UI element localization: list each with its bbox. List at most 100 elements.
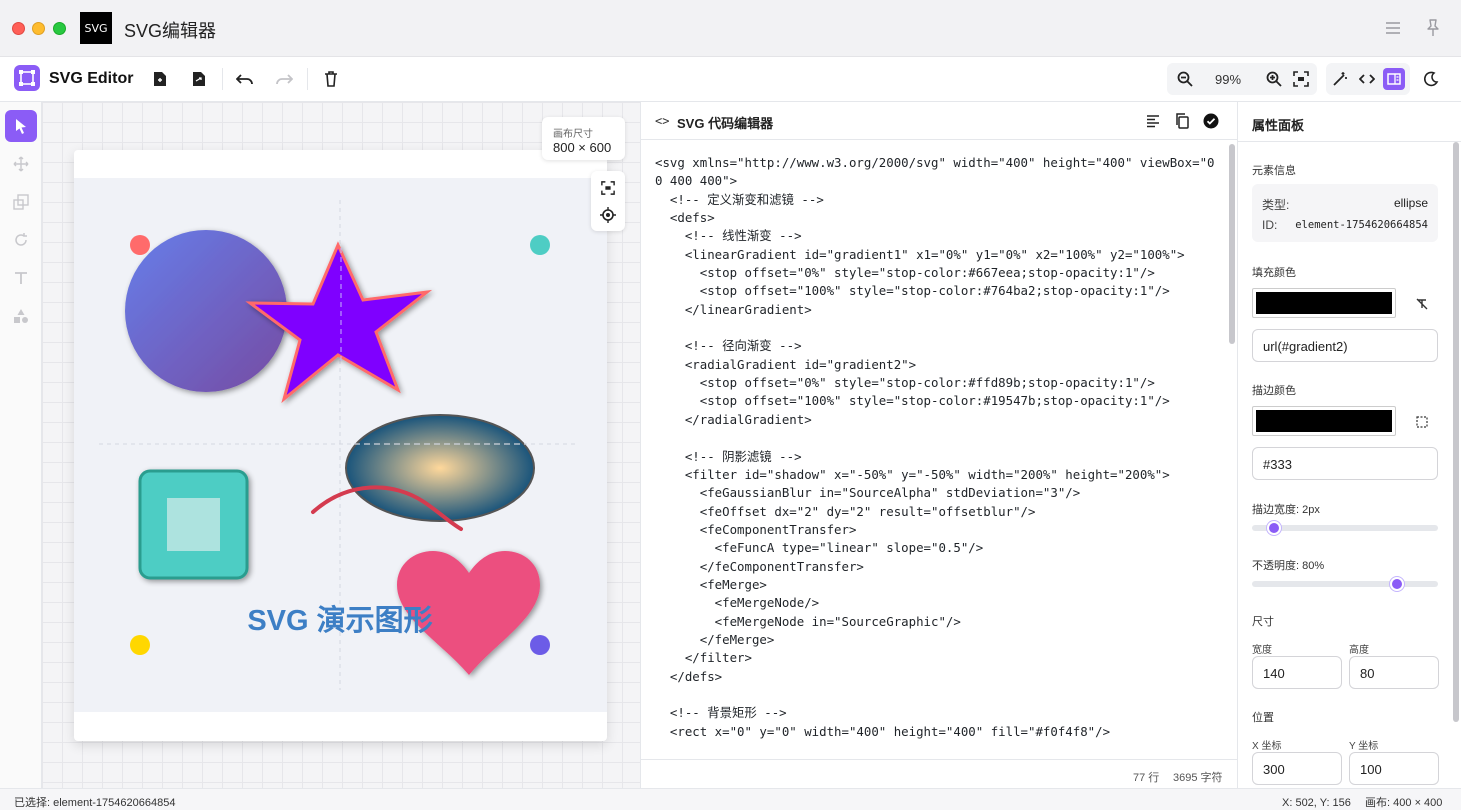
text-tool-icon[interactable] — [5, 262, 37, 294]
fit-canvas-icon[interactable] — [597, 177, 619, 199]
stroke-color-swatch[interactable] — [1252, 406, 1396, 436]
toolbar-divider — [307, 68, 308, 90]
code-text-area[interactable]: <svg xmlns="http://www.w3.org/2000/svg" … — [655, 154, 1215, 758]
fill-color-swatch[interactable] — [1252, 288, 1396, 318]
selected-ellipse[interactable] — [345, 414, 535, 522]
code-line[interactable]: <feMergeNode/> — [655, 594, 1215, 612]
corner-dot[interactable] — [130, 635, 150, 655]
code-line[interactable]: <stop offset="0%" style="stop-color:#ffd… — [655, 374, 1215, 392]
pin-icon[interactable] — [1423, 18, 1443, 38]
clear-fill-icon[interactable] — [1414, 296, 1430, 312]
magic-wand-icon[interactable] — [1329, 68, 1351, 90]
stroke-width-slider[interactable] — [1252, 521, 1438, 535]
code-line[interactable]: <!-- 背景矩形 --> — [655, 704, 1215, 722]
cursor-and-canvas-status: X: 502, Y: 156 画布: 400 × 400 — [1282, 794, 1442, 810]
code-line[interactable]: <feMergeNode in="SourceGraphic"/> — [655, 613, 1215, 631]
inner-square[interactable] — [167, 498, 220, 551]
opacity-thumb[interactable] — [1389, 577, 1404, 591]
code-line[interactable]: <feComponentTransfer> — [655, 521, 1215, 539]
export-file-icon[interactable] — [188, 68, 210, 90]
position-label: 位置 — [1252, 712, 1274, 724]
redo-icon[interactable] — [273, 68, 295, 90]
code-line[interactable]: <!-- 线性渐变 --> — [655, 227, 1215, 245]
stroke-width-label: 描边宽度: 2px — [1252, 504, 1320, 516]
properties-scrollbar[interactable] — [1453, 142, 1459, 722]
code-editor-title: SVG 代码编辑器 — [677, 116, 774, 131]
opacity-slider[interactable] — [1252, 577, 1438, 591]
code-line[interactable]: <rect x="0" y="0" width="400" height="40… — [655, 723, 1215, 741]
zoom-out-icon[interactable] — [1174, 68, 1196, 90]
copy-code-icon[interactable] — [1173, 112, 1191, 130]
menu-icon[interactable] — [1383, 18, 1403, 38]
maximize-window-button[interactable] — [53, 22, 66, 35]
height-input[interactable]: 80 — [1349, 656, 1439, 689]
y-input[interactable]: 100 — [1349, 752, 1439, 785]
code-line[interactable]: <stop offset="0%" style="stop-color:#667… — [655, 264, 1215, 282]
code-line[interactable]: <feMerge> — [655, 576, 1215, 594]
corner-dot[interactable] — [530, 635, 550, 655]
dark-mode-icon[interactable] — [1420, 68, 1442, 90]
code-editor-header: <> SVG 代码编辑器 — [641, 102, 1238, 140]
code-line[interactable]: </linearGradient> — [655, 301, 1215, 319]
new-file-icon[interactable] — [149, 68, 171, 90]
shapes-tool-icon[interactable] — [5, 300, 37, 332]
close-window-button[interactable] — [12, 22, 25, 35]
code-line[interactable]: <!-- 阴影滤镜 --> — [655, 448, 1215, 466]
code-line[interactable]: <linearGradient id="gradient1" x1="0%" y… — [655, 246, 1215, 264]
delete-icon[interactable] — [320, 68, 342, 90]
center-canvas-icon[interactable] — [597, 204, 619, 226]
code-line[interactable]: </defs> — [655, 668, 1215, 686]
code-line[interactable]: 0 400 400"> — [655, 172, 1215, 190]
code-line[interactable]: </radialGradient> — [655, 411, 1215, 429]
stroke-style-icon[interactable] — [1414, 414, 1430, 430]
svg-preview[interactable]: SVG 演示图形 — [74, 150, 607, 741]
apply-code-icon[interactable] — [1202, 112, 1220, 130]
code-line[interactable] — [655, 429, 1215, 447]
code-editor-footer: 77 行 3695 字符 — [641, 759, 1238, 788]
code-line[interactable]: <feFuncA type="linear" slope="0.5"/> — [655, 539, 1215, 557]
code-line[interactable]: <stop offset="100%" style="stop-color:#1… — [655, 392, 1215, 410]
select-tool-icon[interactable] — [5, 110, 37, 142]
code-line[interactable] — [655, 686, 1215, 704]
scale-tool-icon[interactable] — [5, 186, 37, 218]
code-line[interactable]: </filter> — [655, 649, 1215, 667]
corner-dot[interactable] — [130, 235, 150, 255]
code-line[interactable]: <feOffset dx="2" dy="2" result="offsetbl… — [655, 503, 1215, 521]
zoom-level: 99% — [1215, 72, 1242, 87]
selection-status: 已选择: element-1754620664854 — [14, 797, 176, 809]
demo-text[interactable]: SVG 演示图形 — [247, 604, 432, 637]
code-line[interactable] — [655, 319, 1215, 337]
code-line[interactable]: <!-- 定义渐变和滤镜 --> — [655, 191, 1215, 209]
stroke-color-label: 描边颜色 — [1252, 385, 1296, 397]
canvas-area[interactable]: SVG 演示图形 画布尺寸 800 × 600 — [42, 102, 640, 788]
code-line[interactable]: </feComponentTransfer> — [655, 558, 1215, 576]
stroke-width-thumb[interactable] — [1267, 521, 1282, 535]
fill-value-input[interactable]: url(#gradient2) — [1252, 329, 1438, 362]
minimize-window-button[interactable] — [32, 22, 45, 35]
view-mode-controls — [1326, 63, 1410, 95]
split-view-button[interactable] — [1383, 68, 1405, 90]
zoom-in-icon[interactable] — [1263, 68, 1285, 90]
code-line[interactable]: <svg xmlns="http://www.w3.org/2000/svg" … — [655, 154, 1215, 172]
code-view-icon[interactable] — [1356, 68, 1378, 90]
fit-screen-icon[interactable] — [1290, 68, 1312, 90]
code-line[interactable]: <stop offset="100%" style="stop-color:#7… — [655, 282, 1215, 300]
code-line[interactable]: <feGaussianBlur in="SourceAlpha" stdDevi… — [655, 484, 1215, 502]
move-tool-icon[interactable] — [5, 148, 37, 180]
code-scrollbar[interactable] — [1229, 144, 1235, 344]
height-label: 高度 — [1349, 645, 1369, 656]
format-code-icon[interactable] — [1144, 112, 1162, 130]
artboard[interactable]: SVG 演示图形 — [74, 150, 607, 741]
code-line[interactable]: <!-- 径向渐变 --> — [655, 337, 1215, 355]
corner-dot[interactable] — [530, 235, 550, 255]
x-input[interactable]: 300 — [1252, 752, 1342, 785]
undo-icon[interactable] — [234, 68, 256, 90]
id-key: ID: — [1262, 218, 1278, 232]
stroke-value-input[interactable]: #333 — [1252, 447, 1438, 480]
code-line[interactable]: <filter id="shadow" x="-50%" y="-50%" wi… — [655, 466, 1215, 484]
code-line[interactable]: </feMerge> — [655, 631, 1215, 649]
rotate-tool-icon[interactable] — [5, 224, 37, 256]
code-line[interactable]: <radialGradient id="gradient2"> — [655, 356, 1215, 374]
width-input[interactable]: 140 — [1252, 656, 1342, 689]
code-line[interactable]: <defs> — [655, 209, 1215, 227]
